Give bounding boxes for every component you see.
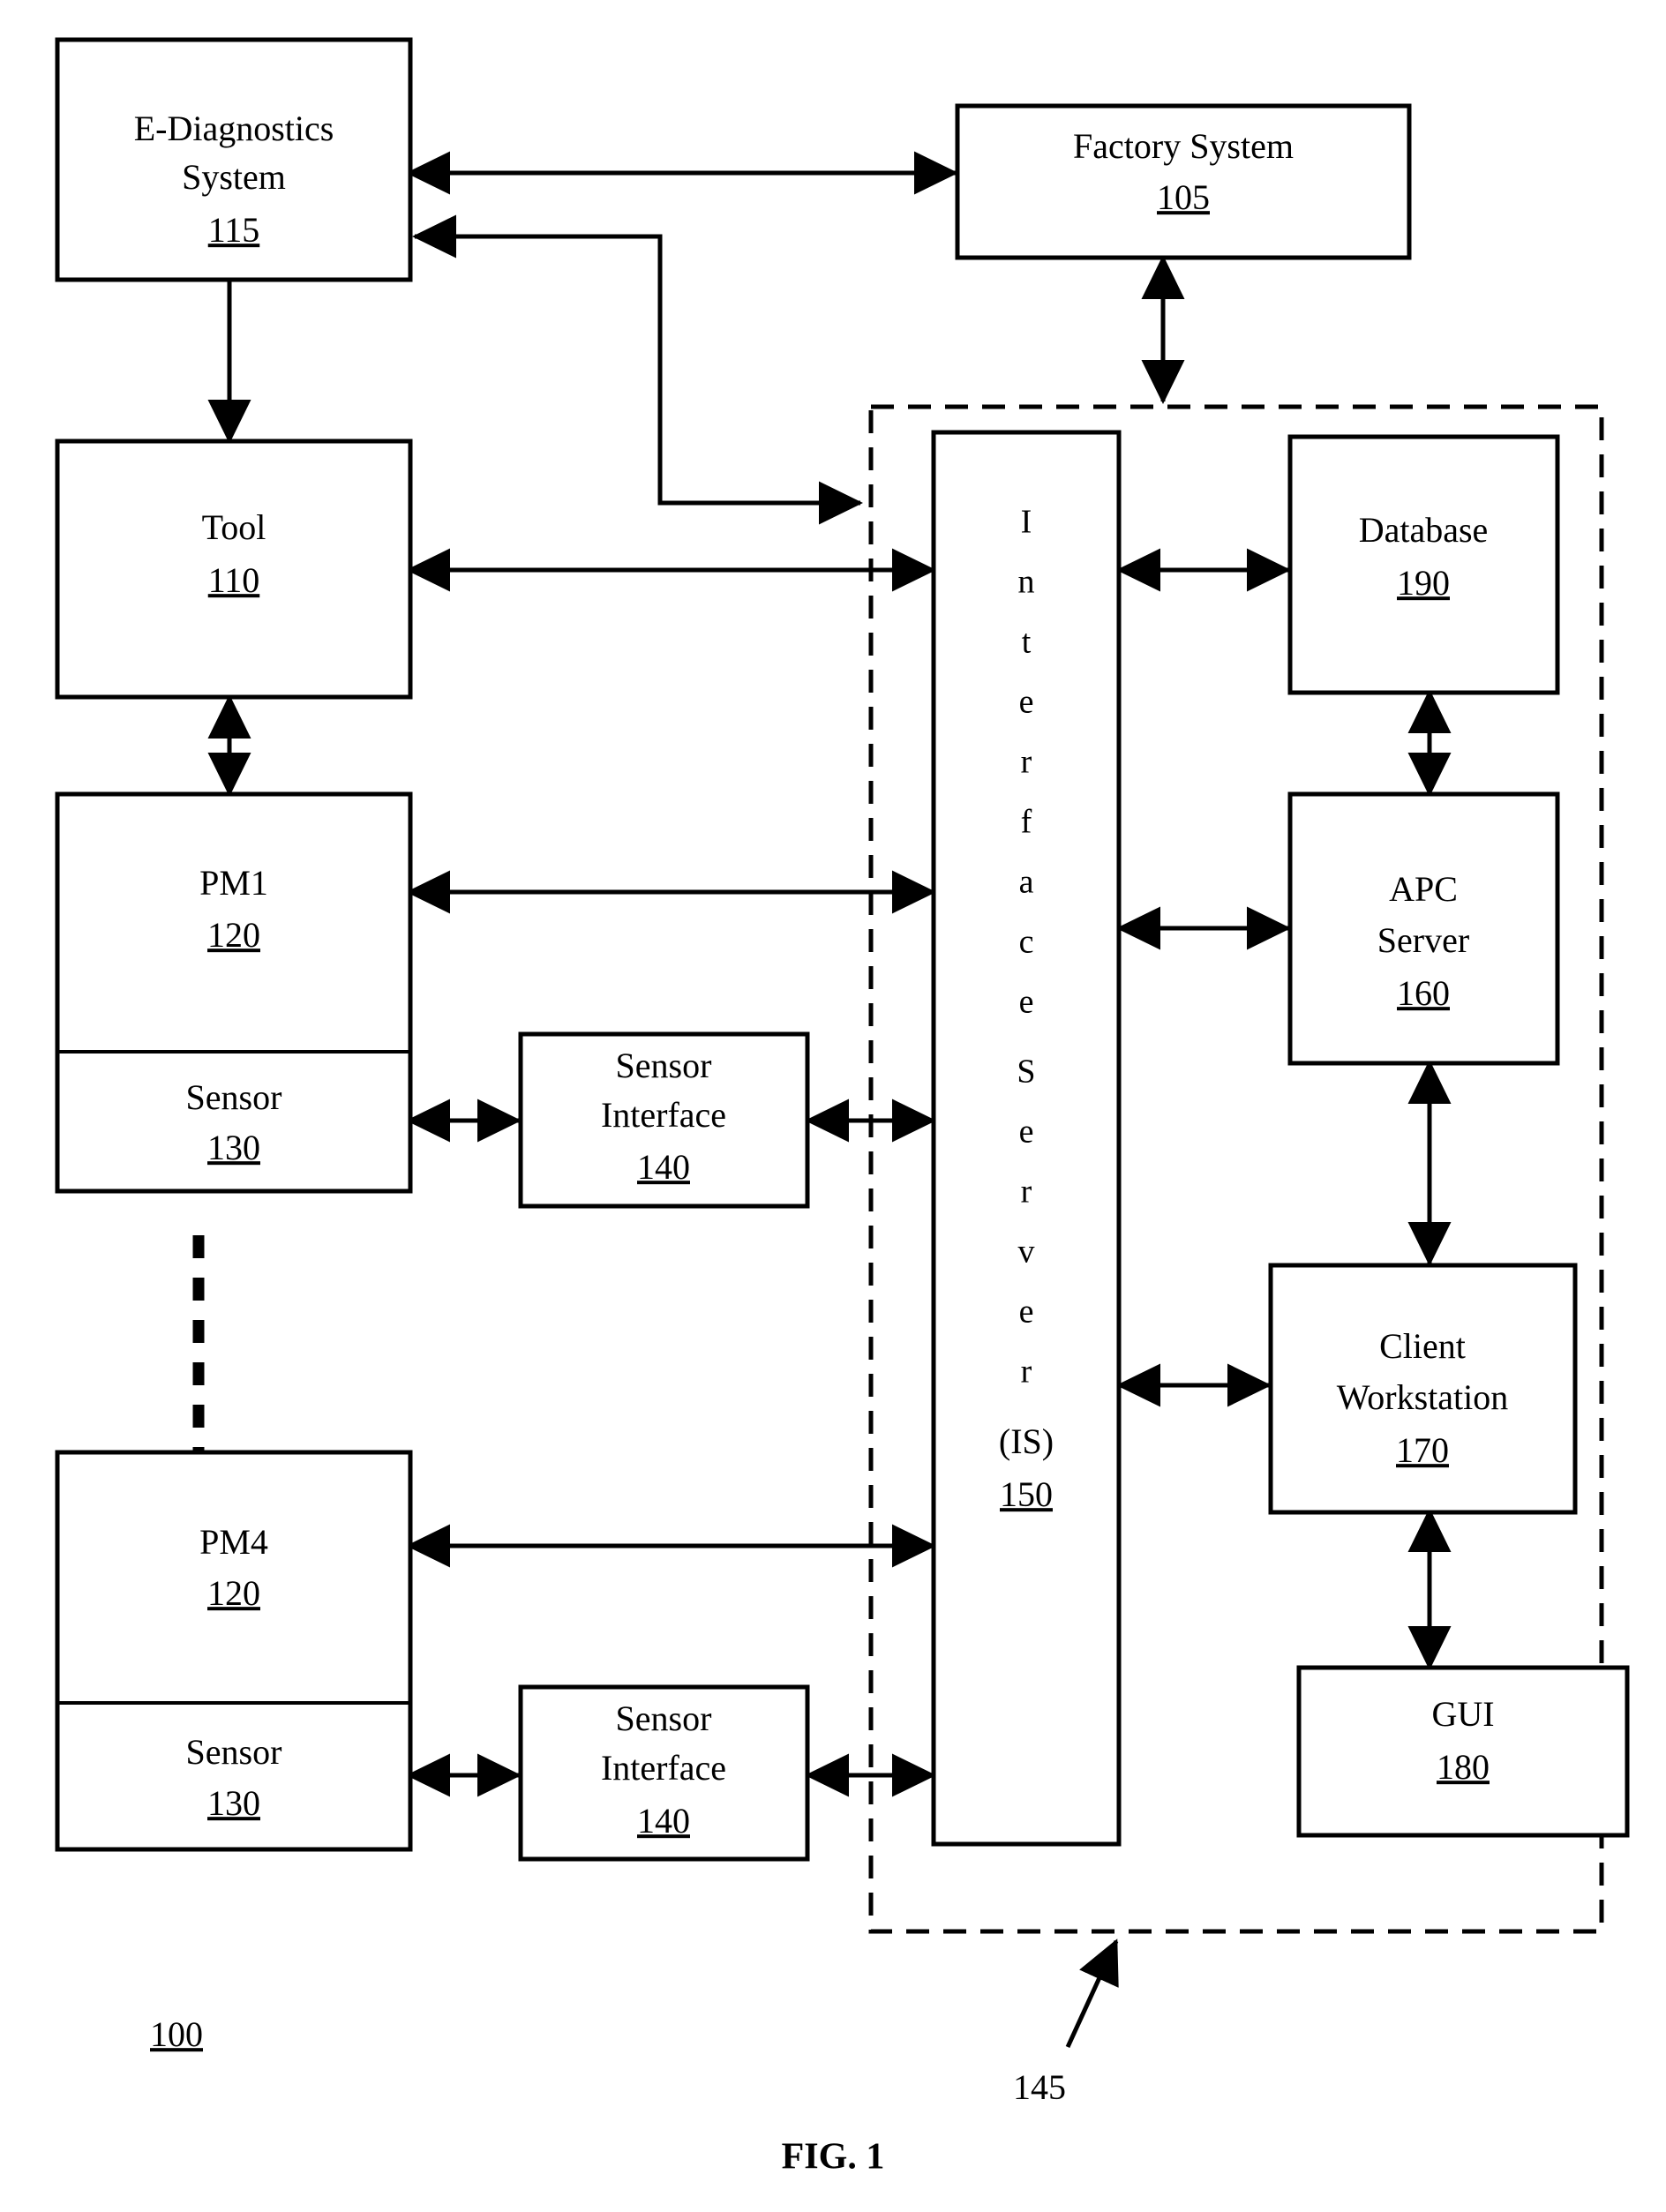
- block-e-diagnostics-system[interactable]: E-Diagnostics System 115: [55, 37, 413, 282]
- block-reference-numeral: 115: [208, 210, 260, 250]
- block-interface-server[interactable]: I n t e r f a c e S e r v e r (IS) 150: [931, 430, 1122, 1847]
- connector-ediag-interfaceserver-elbow: [411, 214, 864, 525]
- is-letter-9: S: [1017, 1054, 1035, 1091]
- is-letter-4: r: [1021, 744, 1032, 781]
- is-letter-8: e: [1019, 984, 1034, 1021]
- sensor-label: Sensor: [186, 1732, 282, 1772]
- block-label-line1: Sensor: [616, 1046, 712, 1085]
- sensor-reference-numeral: 130: [207, 1783, 260, 1823]
- block-label-line1: Client: [1379, 1326, 1466, 1366]
- block-reference-numeral: 170: [1396, 1430, 1449, 1470]
- is-letter-14: r: [1021, 1353, 1032, 1391]
- block-process-module-1[interactable]: PM1 120 Sensor 130: [55, 791, 413, 1194]
- block-reference-numeral: 140: [637, 1801, 690, 1841]
- is-letter-5: f: [1021, 804, 1032, 841]
- block-client-workstation[interactable]: Client Workstation 170: [1268, 1263, 1578, 1515]
- is-letter-10: e: [1019, 1113, 1034, 1151]
- block-label-line1: Database: [1359, 510, 1489, 550]
- block-database[interactable]: Database 190: [1287, 434, 1560, 695]
- block-reference-numeral: 120: [207, 1573, 260, 1613]
- block-reference-numeral: 160: [1397, 973, 1450, 1013]
- block-label-line2: Workstation: [1337, 1377, 1509, 1417]
- block-apc-server[interactable]: APC Server 160: [1287, 791, 1560, 1066]
- block-sensor-interface-upper[interactable]: Sensor Interface 140: [518, 1031, 810, 1209]
- is-letter-13: e: [1019, 1293, 1034, 1331]
- block-reference-numeral: 120: [207, 915, 260, 955]
- block-label-line1: GUI: [1431, 1694, 1494, 1734]
- block-reference-numeral: 180: [1437, 1747, 1490, 1787]
- block-reference-numeral: 190: [1397, 563, 1450, 603]
- block-tool[interactable]: Tool 110: [55, 439, 413, 700]
- is-letter-7: c: [1019, 924, 1034, 961]
- block-label-line1: PM1: [199, 863, 268, 903]
- block-label-line1: Sensor: [616, 1698, 712, 1738]
- is-letter-12: v: [1018, 1233, 1035, 1271]
- block-sensor-interface-lower[interactable]: Sensor Interface 140: [518, 1684, 810, 1862]
- block-label-line1: E-Diagnostics: [134, 109, 334, 148]
- is-letter-0: I: [1021, 504, 1032, 541]
- is-letter-6: a: [1019, 864, 1034, 901]
- system-reference-numeral: 100: [150, 2014, 203, 2054]
- block-reference-numeral: 140: [637, 1147, 690, 1187]
- boundary-reference-numeral: 145: [1013, 2067, 1066, 2107]
- leader-arrow-145: [1065, 1938, 1119, 2049]
- block-reference-numeral: 105: [1157, 177, 1210, 217]
- is-letter-1: n: [1018, 564, 1035, 601]
- block-label-line2: System: [182, 157, 286, 197]
- is-letter-11: r: [1021, 1173, 1032, 1211]
- block-label-line1: Factory System: [1073, 126, 1294, 166]
- block-label-line1: APC: [1389, 869, 1458, 909]
- is-letter-2: t: [1022, 624, 1032, 661]
- block-label-line2: Interface: [601, 1748, 726, 1788]
- sensor-reference-numeral: 130: [207, 1128, 260, 1167]
- sensor-label: Sensor: [186, 1077, 282, 1117]
- block-factory-system[interactable]: Factory System 105: [955, 103, 1412, 260]
- block-process-module-4[interactable]: PM4 120 Sensor 130: [55, 1450, 413, 1852]
- interface-server-abbrev: (IS): [999, 1421, 1054, 1461]
- block-gui[interactable]: GUI 180: [1296, 1665, 1630, 1838]
- patent-figure-1: E-Diagnostics System 115 Factory System …: [0, 0, 1666, 2212]
- is-letter-3: e: [1019, 684, 1034, 721]
- block-diagram-canvas: E-Diagnostics System 115 Factory System …: [55, 37, 1630, 2178]
- figure-caption: FIG. 1: [782, 2137, 885, 2178]
- block-reference-numeral: 110: [208, 560, 260, 600]
- block-label-line2: Interface: [601, 1095, 726, 1135]
- interface-server-reference-numeral: 150: [1000, 1474, 1053, 1514]
- block-label-line1: PM4: [199, 1522, 268, 1562]
- block-label-line2: Server: [1377, 920, 1469, 960]
- block-label-line1: Tool: [202, 507, 266, 547]
